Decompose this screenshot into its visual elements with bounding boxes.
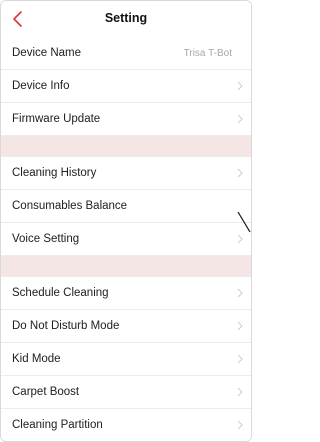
chevron-right-icon — [237, 81, 243, 91]
header-bar: Setting — [1, 1, 251, 38]
setting-row-cleaning-history[interactable]: Cleaning History — [1, 157, 251, 190]
section-divider — [1, 136, 251, 157]
setting-label: Schedule Cleaning — [12, 287, 109, 299]
chevron-right-icon — [237, 354, 243, 364]
chevron-right-icon — [237, 168, 243, 178]
setting-label: Kid Mode — [12, 353, 61, 365]
setting-row-firmware-update[interactable]: Firmware Update — [1, 103, 251, 136]
setting-label: Consumables Balance — [12, 200, 128, 212]
setting-label: Voice Setting — [12, 233, 80, 245]
setting-label: Cleaning History — [12, 167, 97, 179]
setting-row-consumables-balance[interactable]: Consumables Balance — [1, 190, 251, 223]
section-divider — [1, 256, 251, 277]
setting-label: Cleaning Partition — [12, 419, 103, 431]
setting-row-carpet-boost[interactable]: Carpet Boost — [1, 376, 251, 409]
chevron-right-icon — [237, 387, 243, 397]
setting-row-voice-setting[interactable]: Voice Setting — [1, 223, 251, 256]
chevron-right-icon — [237, 321, 243, 331]
setting-label: Device Info — [12, 80, 70, 92]
setting-label: Carpet Boost — [12, 386, 80, 398]
setting-label: Device Name — [12, 47, 82, 59]
chevron-right-icon — [237, 234, 243, 244]
device-name-value: Trisa T-Bot — [183, 48, 232, 59]
settings-list: Device Name Trisa T-Bot Device Info Firm… — [1, 37, 251, 441]
pointer-line — [237, 211, 251, 233]
setting-row-do-not-disturb[interactable]: Do Not Disturb Mode — [1, 310, 251, 343]
setting-row-device-name[interactable]: Device Name Trisa T-Bot — [1, 37, 251, 70]
chevron-right-icon — [237, 114, 243, 124]
chevron-right-icon — [237, 420, 243, 430]
setting-row-kid-mode[interactable]: Kid Mode — [1, 343, 251, 376]
setting-row-schedule-cleaning[interactable]: Schedule Cleaning — [1, 277, 251, 310]
settings-screen: Setting Device Name Trisa T-Bot Device I… — [0, 0, 252, 442]
chevron-right-icon — [237, 288, 243, 298]
setting-label: Do Not Disturb Mode — [12, 320, 120, 332]
page-title: Setting — [104, 11, 148, 25]
setting-label: Firmware Update — [12, 113, 101, 125]
setting-row-cleaning-partition[interactable]: Cleaning Partition — [1, 409, 251, 441]
setting-row-device-info[interactable]: Device Info — [1, 70, 251, 103]
